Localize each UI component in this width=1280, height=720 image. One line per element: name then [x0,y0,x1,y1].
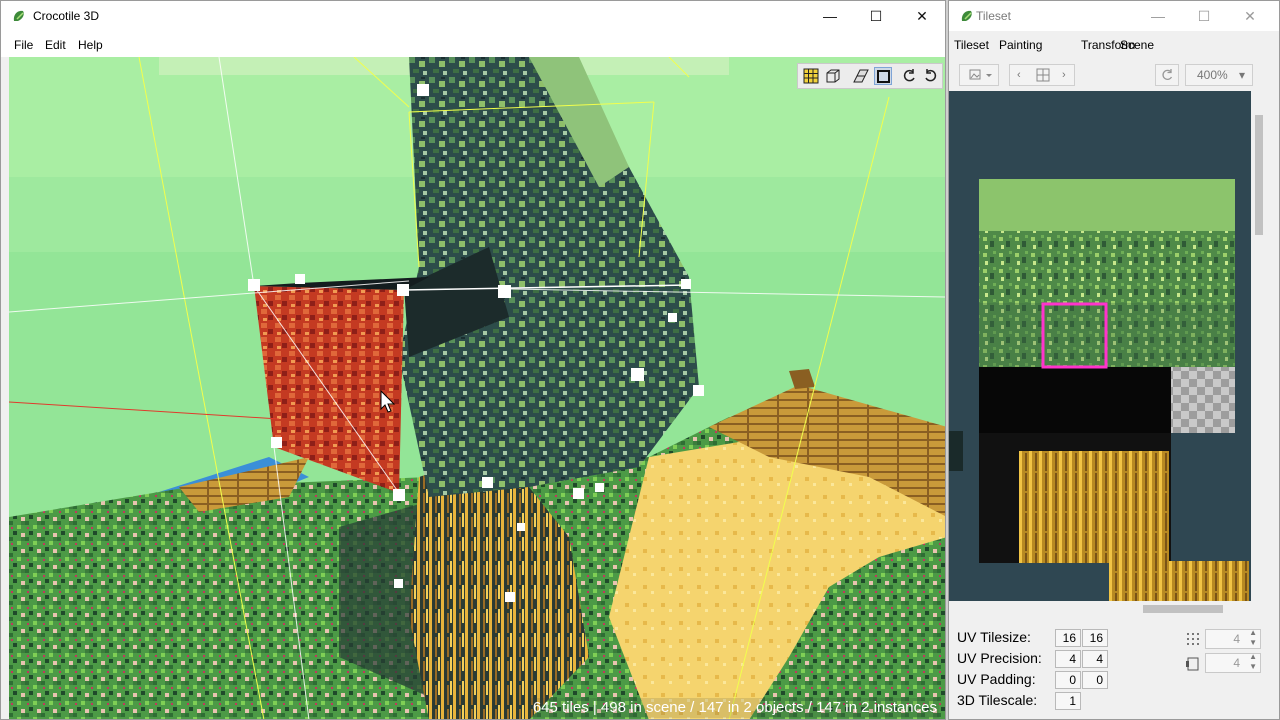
tileset-canvas[interactable] [949,91,1251,601]
uv-tilesize-y[interactable]: 16 [1082,629,1108,647]
uv-tilesize-x[interactable]: 16 [1055,629,1081,647]
close-button[interactable]: ✕ [899,1,945,31]
rotate-left-icon[interactable] [900,67,918,85]
refresh-icon [1162,69,1173,80]
tileset-image [949,179,1249,601]
uv-padding-y[interactable]: 0 [1082,671,1108,689]
scroll-thumb[interactable] [1255,115,1263,235]
uv-precision-y[interactable]: 4 [1082,650,1108,668]
frame-spinbox[interactable]: 4 ▲ ▼ [1205,652,1261,673]
menu-bar: File Edit Help [1,31,945,57]
spin-arrows-icon[interactable]: ▲ ▼ [1249,628,1257,648]
uv-padding-x[interactable]: 0 [1055,671,1081,689]
tab-tileset[interactable]: Tileset [954,38,989,52]
tileset-window-title: Tileset [976,9,1011,23]
main-title-bar[interactable]: Crocotile 3D — ☐ ✕ [1,1,945,31]
tileset-nav-group: ‹ › [1009,64,1075,86]
spin-arrows-icon[interactable]: ▲ ▼ [1249,652,1257,672]
tileset-minimize-button[interactable]: — [1135,1,1181,31]
menu-help[interactable]: Help [78,38,103,52]
rotate-right-icon[interactable] [922,67,940,85]
dots-grid-icon [1187,633,1199,645]
crocotile-app-icon [961,10,972,21]
tileset-window: Tileset — ☐ ✕ Tileset Painting Transform… [948,0,1280,720]
frame-icon [1186,657,1199,671]
frame-spinbox-value: 4 [1233,656,1240,670]
tile-grid-icon[interactable] [1036,68,1050,82]
box-select-tool-icon[interactable] [824,67,842,85]
3d-viewport[interactable]: 645 tiles | 498 in scene / 147 in 2 obje… [9,57,945,719]
tileset-maximize-button[interactable]: ☐ [1181,1,1227,31]
tab-scene[interactable]: Scene [1120,38,1154,52]
chevron-down-icon: ▾ [1238,68,1245,82]
uv-tilesize-label: UV Tilesize: [957,629,1031,645]
main-window: Crocotile 3D — ☐ ✕ File Edit Help 645 ti… [0,0,946,720]
grid-tool-icon[interactable] [802,67,820,85]
prev-tileset-icon[interactable]: ‹ [1017,65,1021,85]
square-tool-icon[interactable] [874,67,892,85]
grid-spinbox-value: 4 [1233,632,1240,646]
tileset-toolbar: ‹ › 400% ▾ [949,59,1279,91]
zoom-value: 400% [1197,68,1228,82]
next-tileset-icon[interactable]: › [1062,65,1066,85]
uv-precision-label: UV Precision: [957,650,1042,666]
tab-painting[interactable]: Painting [999,38,1042,52]
tileset-title-bar[interactable]: Tileset — ☐ ✕ [949,1,1279,31]
tileset-close-button[interactable]: ✕ [1227,1,1273,31]
image-icon [969,69,992,80]
image-menu-button[interactable] [959,64,999,86]
uv-precision-x[interactable]: 4 [1055,650,1081,668]
tilescale-input[interactable]: 1 [1055,692,1081,710]
refresh-button[interactable] [1155,64,1179,86]
grid-spinbox[interactable]: 4 ▲ ▼ [1205,628,1261,649]
tile-tool-icon[interactable] [852,67,870,85]
tileset-horizontal-scrollbar[interactable] [949,601,1251,617]
menu-edit[interactable]: Edit [45,38,66,52]
tileset-vertical-scrollbar[interactable] [1251,91,1267,601]
maximize-button[interactable]: ☐ [853,1,899,31]
scroll-thumb[interactable] [1143,605,1223,613]
tilescale-label: 3D Tilescale: [957,692,1038,708]
uv-padding-label: UV Padding: [957,671,1036,687]
status-bar: 645 tiles | 498 in scene / 147 in 2 obje… [530,698,939,718]
viewport-scene [9,57,945,719]
window-title: Crocotile 3D [33,9,100,23]
tileset-tab-bar: Tileset Painting Transform Scene [949,31,1279,59]
crocotile-app-icon [13,10,24,21]
menu-file[interactable]: File [14,38,33,52]
viewport-toolbar [797,63,943,89]
minimize-button[interactable]: — [807,1,853,31]
zoom-select[interactable]: 400% ▾ [1185,64,1253,86]
